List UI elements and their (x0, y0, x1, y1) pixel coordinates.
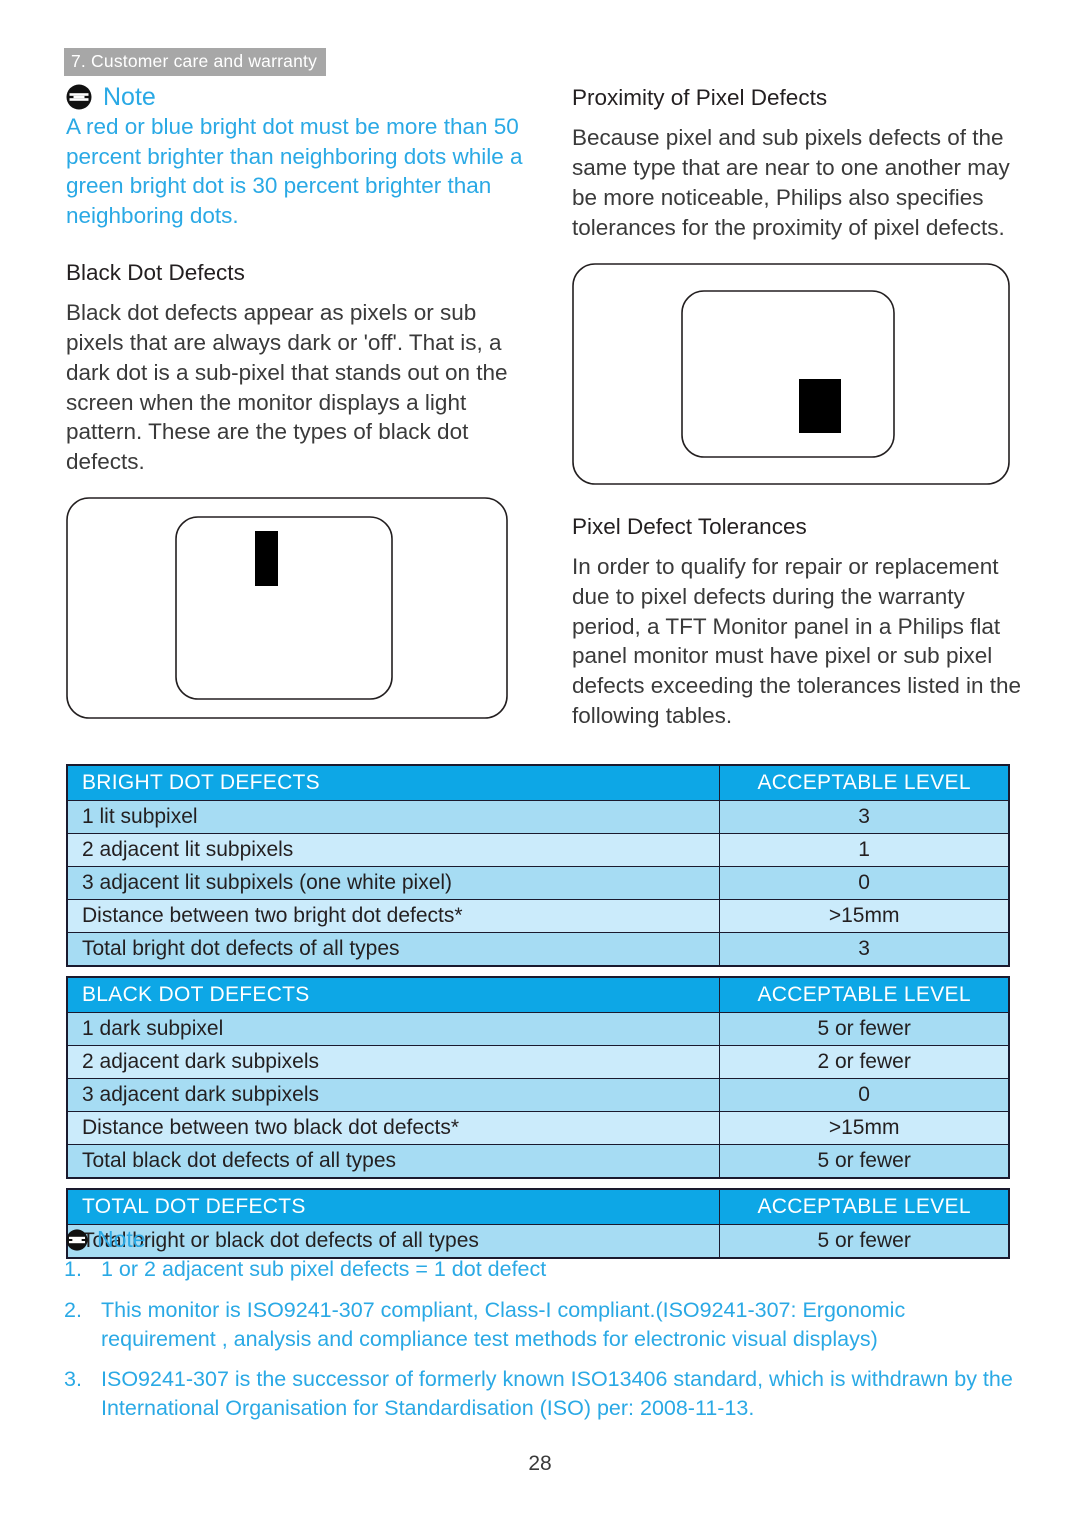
cell-value: >15mm (719, 1111, 1010, 1145)
cell-label: 1 dark subpixel (66, 1012, 721, 1046)
running-header: 7. Customer care and warranty (64, 48, 327, 77)
cell-value: >15mm (719, 899, 1010, 933)
table-row: 1 dark subpixel 5 or fewer (66, 1012, 1010, 1046)
cell-label: Distance between two black dot defects* (66, 1111, 721, 1145)
left-column: Note A red or blue bright dot must be mo… (64, 84, 532, 720)
cell-label: 2 adjacent lit subpixels (66, 833, 721, 867)
bottom-note-section: Note 1. 1 or 2 adjacent sub pixel defect… (64, 1228, 1014, 1423)
table-header-row: BRIGHT DOT DEFECTS ACCEPTABLE LEVEL (66, 764, 1010, 801)
note-icon (66, 84, 92, 110)
cell-value: 5 or fewer (719, 1012, 1010, 1046)
cell-value: 0 (719, 1078, 1010, 1112)
cell-value: 0 (719, 866, 1010, 900)
table-header-row: BLACK DOT DEFECTS ACCEPTABLE LEVEL (66, 976, 1010, 1013)
column-header-category: TOTAL DOT DEFECTS (66, 1188, 721, 1225)
table-row: 2 adjacent lit subpixels 1 (66, 833, 1010, 867)
table-row: 3 adjacent dark subpixels 0 (66, 1078, 1010, 1112)
table-row: 2 adjacent dark subpixels 2 or fewer (66, 1045, 1010, 1079)
cell-label: 3 adjacent lit subpixels (one white pixe… (66, 866, 721, 900)
table-row: Total black dot defects of all types 5 o… (66, 1144, 1010, 1179)
cell-value: 1 (719, 833, 1010, 867)
black-dot-defects-heading: Black Dot Defects (66, 259, 245, 285)
note-header-bottom: Note (66, 1228, 1014, 1251)
cell-value: 3 (719, 932, 1010, 967)
note-title: Note (97, 1226, 146, 1252)
black-dot-defects-body: Black dot defects appear as pixels or su… (66, 299, 508, 475)
table-row: Distance between two black dot defects* … (66, 1111, 1010, 1145)
list-item: 2. This monitor is ISO9241-307 compliant… (64, 1296, 1014, 1354)
table-row: 1 lit subpixel 3 (66, 800, 1010, 834)
cell-label: Total bright dot defects of all types (66, 932, 721, 967)
list-item-number: 1. (64, 1257, 82, 1281)
list-item: 3. ISO9241-307 is the successor of forme… (64, 1365, 1014, 1423)
cell-label: 3 adjacent dark subpixels (66, 1078, 721, 1112)
black-dot-defect-figure (66, 497, 532, 720)
list-item-text: ISO9241-307 is the successor of formerly… (101, 1367, 1013, 1421)
table-row: 3 adjacent lit subpixels (one white pixe… (66, 866, 1010, 900)
pixel-defect-tolerances-body: In order to qualify for repair or replac… (572, 553, 1022, 729)
page-number: 28 (528, 1452, 552, 1475)
list-item-text: 1 or 2 adjacent sub pixel defects = 1 do… (101, 1257, 547, 1281)
pixel-defect-tolerance-tables: BRIGHT DOT DEFECTS ACCEPTABLE LEVEL 1 li… (66, 764, 1010, 1259)
column-header-level: ACCEPTABLE LEVEL (719, 976, 1010, 1013)
black-dot-defects-table: BLACK DOT DEFECTS ACCEPTABLE LEVEL 1 dar… (66, 976, 1010, 1179)
column-header-level: ACCEPTABLE LEVEL (719, 1188, 1010, 1225)
column-header-category: BRIGHT DOT DEFECTS (66, 764, 721, 801)
note-list: 1. 1 or 2 adjacent sub pixel defects = 1… (64, 1255, 1014, 1423)
note-header-left: Note (66, 84, 532, 110)
cell-value: 3 (719, 800, 1010, 834)
column-header-category: BLACK DOT DEFECTS (66, 976, 721, 1013)
cell-label: Distance between two bright dot defects* (66, 899, 721, 933)
note-body-left: A red or blue bright dot must be more th… (66, 114, 523, 229)
column-header-level: ACCEPTABLE LEVEL (719, 764, 1010, 801)
list-item-text: This monitor is ISO9241-307 compliant, C… (101, 1297, 906, 1351)
table-row: Total bright dot defects of all types 3 (66, 932, 1010, 967)
cell-label: 1 lit subpixel (66, 800, 721, 834)
table-row: Distance between two bright dot defects*… (66, 899, 1010, 933)
cell-value: 2 or fewer (719, 1045, 1010, 1079)
list-item: 1. 1 or 2 adjacent sub pixel defects = 1… (64, 1255, 1014, 1284)
proximity-of-pixel-defects-body: Because pixel and sub pixels defects of … (572, 125, 1010, 240)
note-title: Note (103, 82, 156, 111)
list-item-number: 2. (64, 1297, 82, 1322)
list-item-number: 3. (64, 1367, 82, 1392)
pixel-defect-tolerances-heading: Pixel Defect Tolerances (572, 513, 807, 539)
cell-label: Total black dot defects of all types (66, 1144, 721, 1179)
cell-label: 2 adjacent dark subpixels (66, 1045, 721, 1079)
note-icon (66, 1228, 88, 1251)
table-header-row: TOTAL DOT DEFECTS ACCEPTABLE LEVEL (66, 1188, 1010, 1225)
cell-value: 5 or fewer (719, 1144, 1010, 1179)
proximity-defect-figure (572, 262, 1022, 485)
proximity-of-pixel-defects-heading: Proximity of Pixel Defects (572, 85, 828, 110)
right-column: Proximity of Pixel Defects Because pixel… (570, 84, 1022, 731)
bright-dot-defects-table: BRIGHT DOT DEFECTS ACCEPTABLE LEVEL 1 li… (66, 764, 1010, 967)
